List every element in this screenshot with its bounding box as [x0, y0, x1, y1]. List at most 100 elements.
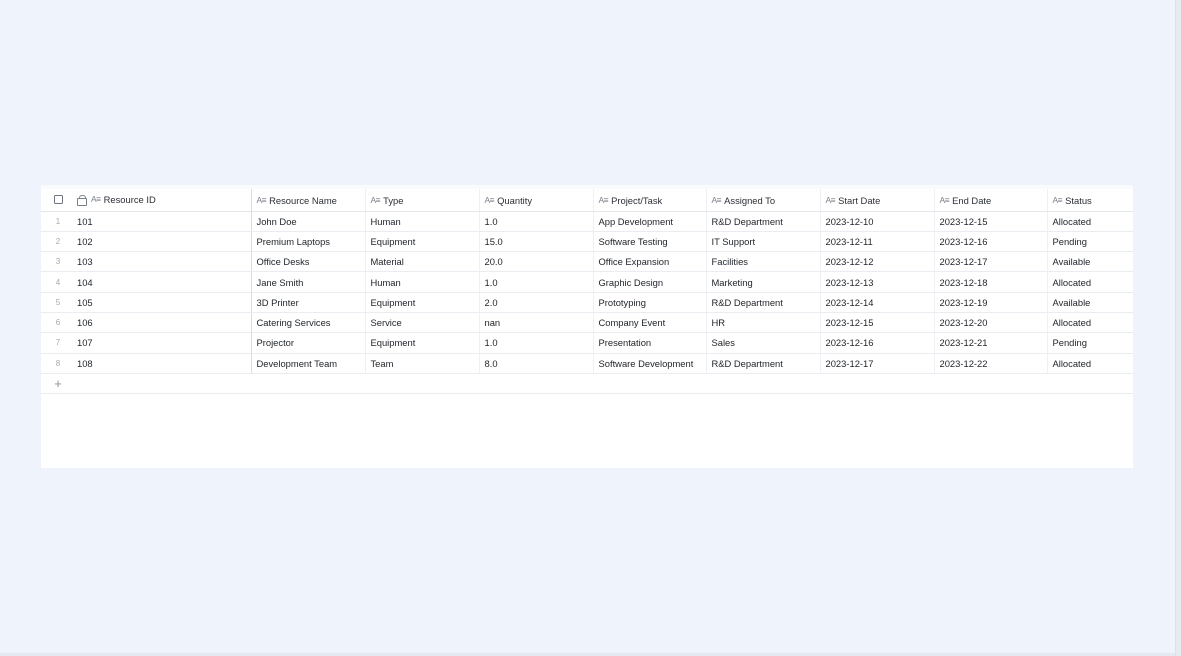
table-row[interactable]: 3 103 Office Desks Material 20.0 Office Expan…	[41, 251, 1133, 273]
cell-quantity[interactable]: 2.0	[479, 292, 594, 313]
table-row[interactable]: 7 107 Projector Equipment 1.0 Presentation Sal…	[41, 332, 1133, 354]
cell-resource-id[interactable]: 108	[75, 353, 252, 374]
cell-type[interactable]: Team	[365, 353, 480, 374]
cell-quantity[interactable]: 1.0	[479, 271, 594, 293]
cell-type[interactable]: Material	[365, 251, 480, 273]
vertical-scrollbar[interactable]	[1175, 0, 1181, 656]
cell-assigned-to[interactable]: Sales	[706, 332, 821, 354]
cell-end-date[interactable]: 2023-12-16	[934, 231, 1048, 253]
cell-start-date[interactable]: 2023-12-17	[820, 353, 935, 374]
cell-start-date[interactable]: 2023-12-11	[820, 231, 935, 253]
cell-start-date[interactable]: 2023-12-13	[820, 271, 935, 293]
cell-assigned-to[interactable]: R&D Department	[706, 353, 821, 374]
cell-quantity[interactable]: nan	[479, 312, 594, 334]
cell-assigned-to[interactable]: HR	[706, 312, 821, 334]
cell-status[interactable]: Pending	[1047, 332, 1133, 354]
column-header-project-task[interactable]: A≡ Project/Task	[593, 189, 707, 212]
cell-status[interactable]: Pending	[1047, 231, 1133, 253]
cell-start-date[interactable]: 2023-12-12	[820, 251, 935, 273]
cell-start-date[interactable]: 2023-12-10	[820, 211, 935, 232]
column-header-content: A≡ Status	[1053, 195, 1092, 206]
cell-status[interactable]: Allocated	[1047, 271, 1133, 293]
cell-status[interactable]: Available	[1047, 292, 1133, 313]
column-header-status[interactable]: A≡ Status	[1047, 189, 1133, 212]
cell-end-date[interactable]: 2023-12-17	[934, 251, 1048, 273]
cell-resource-id[interactable]: 103	[75, 251, 252, 273]
cell-type[interactable]: Equipment	[365, 231, 480, 253]
cell-resource-id[interactable]: 107	[75, 332, 252, 354]
cell-start-date[interactable]: 2023-12-15	[820, 312, 935, 334]
cell-quantity[interactable]: 1.0	[479, 332, 594, 354]
cell-status[interactable]: Available	[1047, 251, 1133, 273]
column-header-label: Type	[383, 194, 404, 206]
cell-quantity[interactable]: 20.0	[479, 251, 594, 273]
cell-project-task[interactable]: Presentation	[593, 332, 707, 354]
cell-resource-name[interactable]: Jane Smith	[251, 271, 366, 293]
cell-status[interactable]: Allocated	[1047, 353, 1133, 374]
cell-project-task[interactable]: Software Testing	[593, 231, 707, 253]
table-row[interactable]: 2 102 Premium Laptops Equipment 15.0 Software…	[41, 231, 1133, 253]
cell-quantity[interactable]: 1.0	[479, 211, 594, 232]
cell-project-task[interactable]: Company Event	[593, 312, 707, 334]
row-number: 7	[41, 332, 75, 354]
cell-project-task[interactable]: Office Expansion	[593, 251, 707, 273]
cell-end-date[interactable]: 2023-12-18	[934, 271, 1048, 293]
cell-project-task[interactable]: Software Development	[593, 353, 707, 374]
cell-resource-name[interactable]: Catering Services	[251, 312, 366, 334]
column-header-quantity[interactable]: A≡ Quantity	[479, 189, 594, 212]
cell-type[interactable]: Service	[365, 312, 480, 334]
cell-assigned-to[interactable]: Facilities	[706, 251, 821, 273]
cell-status[interactable]: Allocated	[1047, 312, 1133, 334]
select-all-checkbox[interactable]	[53, 195, 63, 205]
cell-assigned-to[interactable]: IT Support	[706, 231, 821, 253]
column-header-resource-name[interactable]: A≡ Resource Name	[251, 189, 366, 212]
cell-resource-name[interactable]: Office Desks	[251, 251, 366, 273]
cell-type[interactable]: Equipment	[365, 292, 480, 313]
column-header-type[interactable]: A≡ Type	[365, 189, 480, 212]
select-all-cell[interactable]	[41, 189, 75, 212]
cell-assigned-to[interactable]: R&D Department	[706, 292, 821, 313]
cell-type[interactable]: Human	[365, 211, 480, 232]
cell-resource-id[interactable]: 104	[75, 271, 252, 293]
cell-project-task[interactable]: App Development	[593, 211, 707, 232]
column-header-assigned-to[interactable]: A≡ Assigned To	[706, 189, 821, 212]
column-header-end-date[interactable]: A≡ End Date	[934, 189, 1048, 212]
add-row[interactable]: +	[41, 373, 1133, 394]
cell-quantity[interactable]: 8.0	[479, 353, 594, 374]
column-header-start-date[interactable]: A≡ Start Date	[820, 189, 935, 212]
cell-end-date[interactable]: 2023-12-15	[934, 211, 1048, 232]
table-row[interactable]: 1 101 John Doe Human 1.0 App Development R&D D…	[41, 211, 1133, 232]
column-header-resource-id[interactable]: A≡ Resource ID	[75, 189, 252, 212]
cell-resource-name[interactable]: Development Team	[251, 353, 366, 374]
cell-resource-id[interactable]: 106	[75, 312, 252, 334]
cell-project-task[interactable]: Graphic Design	[593, 271, 707, 293]
cell-quantity[interactable]: 15.0	[479, 231, 594, 253]
column-header-content: A≡ Resource ID	[77, 194, 156, 206]
table-row[interactable]: 4 104 Jane Smith Human 1.0 Graphic Design Mark…	[41, 271, 1133, 293]
cell-resource-name[interactable]: 3D Printer	[251, 292, 366, 313]
table-row[interactable]: 5 105 3D Printer Equipment 2.0 Prototyping R&D…	[41, 292, 1133, 313]
cell-resource-id[interactable]: 101	[75, 211, 252, 232]
add-row-icon[interactable]: +	[41, 373, 75, 394]
cell-end-date[interactable]: 2023-12-21	[934, 332, 1048, 354]
cell-end-date[interactable]: 2023-12-22	[934, 353, 1048, 374]
cell-resource-name[interactable]: John Doe	[251, 211, 366, 232]
cell-assigned-to[interactable]: R&D Department	[706, 211, 821, 232]
add-row-filler[interactable]	[75, 373, 1133, 394]
cell-resource-id[interactable]: 105	[75, 292, 252, 313]
cell-status[interactable]: Allocated	[1047, 211, 1133, 232]
cell-end-date[interactable]: 2023-12-20	[934, 312, 1048, 334]
cell-end-date[interactable]: 2023-12-19	[934, 292, 1048, 313]
table-row[interactable]: 8 108 Development Team Team 8.0 Software Deve…	[41, 353, 1133, 374]
cell-start-date[interactable]: 2023-12-16	[820, 332, 935, 354]
cell-start-date[interactable]: 2023-12-14	[820, 292, 935, 313]
cell-assigned-to[interactable]: Marketing	[706, 271, 821, 293]
cell-resource-name[interactable]: Projector	[251, 332, 366, 354]
cell-resource-id[interactable]: 102	[75, 231, 252, 253]
row-number: 3	[41, 251, 75, 273]
cell-resource-name[interactable]: Premium Laptops	[251, 231, 366, 253]
cell-type[interactable]: Equipment	[365, 332, 480, 354]
cell-project-task[interactable]: Prototyping	[593, 292, 707, 313]
table-row[interactable]: 6 106 Catering Services Service nan Company E…	[41, 312, 1133, 334]
cell-type[interactable]: Human	[365, 271, 480, 293]
